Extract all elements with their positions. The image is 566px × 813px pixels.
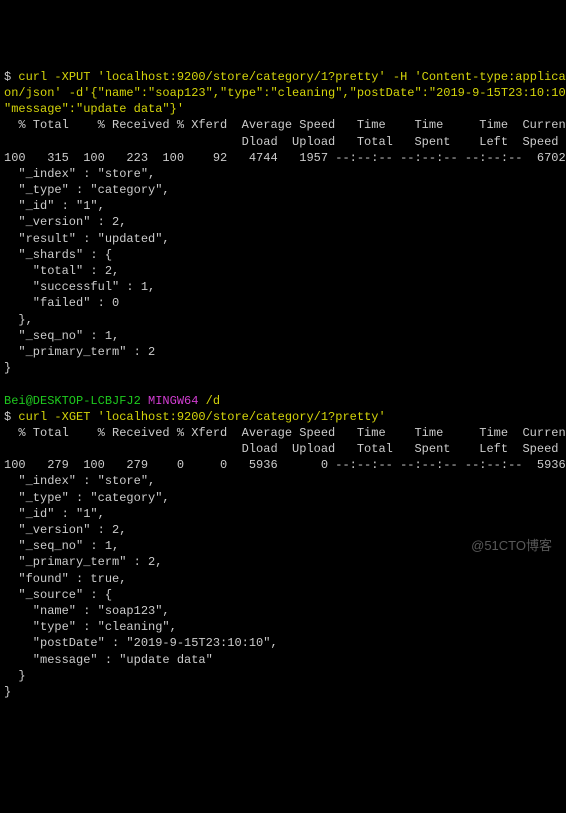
command-part3: "message":"update data"}' xyxy=(4,102,184,116)
json-line: "name" : "soap123", xyxy=(4,604,170,618)
prompt-user: Bei@DESKTOP-LCBJFJ2 xyxy=(4,394,141,408)
json-line: "_index" : "store", xyxy=(4,474,155,488)
prompt-dollar: $ xyxy=(4,70,18,84)
prompt-dollar: $ xyxy=(4,410,18,424)
curl-header-1: % Total % Received % Xferd Average Speed… xyxy=(4,426,566,440)
json-line: "_seq_no" : 1, xyxy=(4,539,119,553)
json-line: "_index" : "store", xyxy=(4,167,155,181)
json-line: "_type" : "category", xyxy=(4,491,170,505)
prompt-path: /d xyxy=(206,394,220,408)
curl-progress-row: 100 279 100 279 0 0 5936 0 --:--:-- --:-… xyxy=(4,458,566,472)
terminal-output: $ curl -XPUT 'localhost:9200/store/categ… xyxy=(4,69,562,700)
json-line: "_primary_term" : 2, xyxy=(4,555,162,569)
command-part2: on/json' -d'{"name":"soap123","type":"cl… xyxy=(4,86,566,100)
json-line: "result" : "updated", xyxy=(4,232,170,246)
command-part1: curl -XPUT 'localhost:9200/store/categor… xyxy=(18,70,566,84)
json-line: "_primary_term" : 2 xyxy=(4,345,155,359)
json-line: "_type" : "category", xyxy=(4,183,170,197)
json-line: "type" : "cleaning", xyxy=(4,620,177,634)
json-line: "_source" : { xyxy=(4,588,112,602)
json-line: "postDate" : "2019-9-15T23:10:10", xyxy=(4,636,278,650)
json-line: } xyxy=(4,685,11,699)
curl-header-2: Dload Upload Total Spent Left Speed xyxy=(4,135,559,149)
json-line: "failed" : 0 xyxy=(4,296,119,310)
json-line: "total" : 2, xyxy=(4,264,119,278)
json-line: } xyxy=(4,361,11,375)
json-line: "_id" : "1", xyxy=(4,199,105,213)
json-line: "_version" : 2, xyxy=(4,215,126,229)
json-line: } xyxy=(4,669,26,683)
curl-header-2: Dload Upload Total Spent Left Speed xyxy=(4,442,559,456)
curl-header-1: % Total % Received % Xferd Average Speed… xyxy=(4,118,566,132)
curl-progress-row: 100 315 100 223 100 92 4744 1957 --:--:-… xyxy=(4,151,566,165)
watermark: @51CTO博客 xyxy=(471,537,552,555)
json-line: }, xyxy=(4,313,33,327)
json-line: "_version" : 2, xyxy=(4,523,126,537)
command-get: curl -XGET 'localhost:9200/store/categor… xyxy=(18,410,385,424)
json-line: "_seq_no" : 1, xyxy=(4,329,119,343)
json-line: "found" : true, xyxy=(4,572,126,586)
json-line: "_shards" : { xyxy=(4,248,112,262)
json-line: "message" : "update data" xyxy=(4,653,213,667)
json-line: "successful" : 1, xyxy=(4,280,155,294)
prompt-shell: MINGW64 xyxy=(141,394,206,408)
json-line: "_id" : "1", xyxy=(4,507,105,521)
